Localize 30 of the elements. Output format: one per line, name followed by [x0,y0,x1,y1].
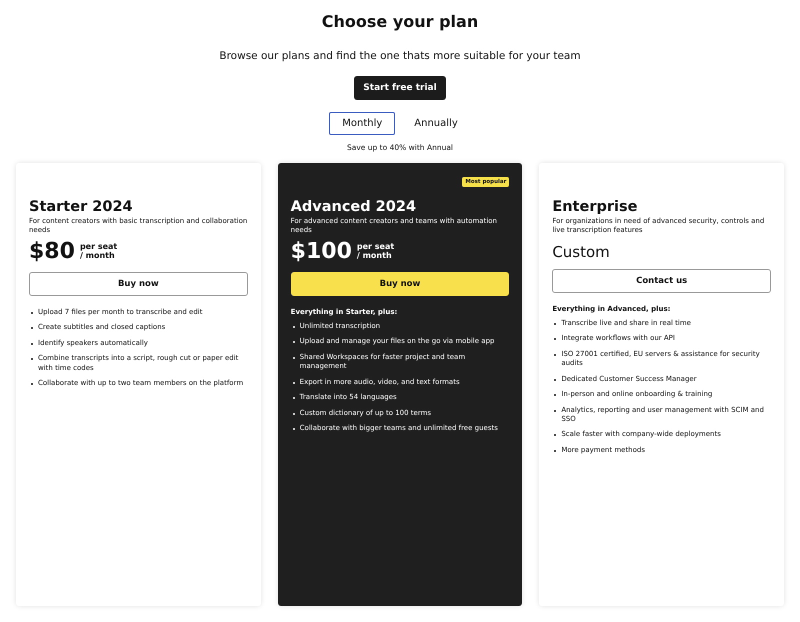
page-subtitle: Browse our plans and find the one thats more suitable for your team [219,50,581,62]
bullet-icon [292,326,295,328]
bullet-icon [554,378,556,381]
bullet-icon [292,341,295,344]
price-period: / month [80,251,116,261]
bullet-icon [554,338,556,340]
plan-name: Starter 2024 [29,199,134,215]
price-period: / month [356,251,393,261]
bullet-icon [554,354,556,356]
page-title: Choose your plan [322,12,478,31]
bullet-icon [292,397,295,400]
price-amount: $100 [290,238,352,264]
price-unit: per seat [80,242,118,252]
price-unit: per seat [356,242,394,252]
plan-action-button[interactable]: Buy now [290,272,510,296]
bullet-icon [554,434,556,436]
price-amount: Custom [552,242,611,261]
price-amount: $80 [29,238,75,264]
plan-action-button[interactable]: Buy now [29,272,248,296]
billing-tab[interactable]: Monthly [329,112,396,135]
plan-name: Advanced 2024 [290,199,418,215]
bullet-icon [554,394,556,396]
plan-name: Enterprise [552,199,638,215]
bullet-icon [554,450,556,452]
bullet-icon [292,356,295,359]
plan-action-button[interactable]: Contact us [552,268,771,293]
bullet-icon [292,428,295,430]
start-trial-button[interactable]: Start free trial [354,76,446,100]
bullet-icon [292,382,295,384]
bullet-icon [554,322,556,325]
